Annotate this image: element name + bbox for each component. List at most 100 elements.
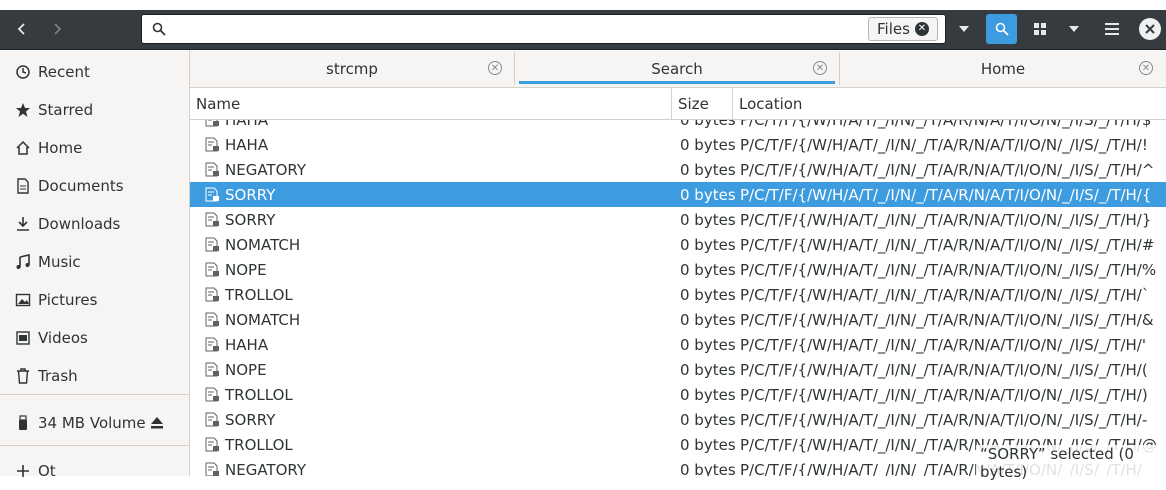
- file-name: TROLLOL: [225, 386, 293, 404]
- tab-search[interactable]: Search ✕: [515, 50, 839, 87]
- sidebar-item-downloads[interactable]: Downloads: [0, 205, 189, 243]
- chevron-left-icon: [17, 23, 25, 35]
- file-size: 0 bytes: [680, 311, 736, 329]
- sidebar-item-documents[interactable]: Documents: [0, 167, 189, 205]
- view-options-button[interactable]: [1062, 14, 1086, 44]
- file-name: HAHA: [225, 136, 269, 154]
- file-icon: [205, 362, 219, 377]
- file-location: P/C/T/F/{/W/H/A/T/_/I/N/_/T/A/R/N/A/T/I/…: [740, 236, 1155, 254]
- file-size: 0 bytes: [680, 411, 736, 429]
- file-name: SORRY: [225, 211, 276, 229]
- window-top-edge: [0, 0, 1166, 10]
- file-size: 0 bytes: [680, 361, 736, 379]
- tab-label: strcmp: [326, 59, 378, 78]
- sidebar-item-music[interactable]: Music: [0, 243, 189, 281]
- back-button[interactable]: [6, 14, 38, 44]
- close-icon[interactable]: ✕: [915, 22, 929, 36]
- file-icon: [205, 312, 219, 327]
- column-separator[interactable]: [671, 88, 672, 119]
- table-row[interactable]: HAHA 0 bytes P/C/T/F/{/W/H/A/T/_/I/N/_/T/A…: [190, 132, 1166, 157]
- file-name: HAHA: [225, 336, 269, 354]
- table-row[interactable]: HAHA 0 bytes P/C/T/F/{/W/H/A/T/_/I/N/_/T/A…: [190, 332, 1166, 357]
- plus-icon: [17, 465, 29, 477]
- sidebar-item-other-locations[interactable]: Ot: [0, 452, 189, 490]
- sidebar-item-label: Recent: [38, 63, 90, 81]
- video-icon: [16, 331, 30, 345]
- tab-strcmp[interactable]: strcmp ✕: [190, 50, 514, 87]
- table-row[interactable]: NOPE 0 bytes P/C/T/F/{/W/H/A/T/_/I/N/_/T/A…: [190, 257, 1166, 282]
- file-icon: [205, 237, 219, 252]
- file-size: 0 bytes: [680, 261, 736, 279]
- sidebar-item-starred[interactable]: Starred: [0, 91, 189, 129]
- chevron-right-icon: [54, 23, 62, 35]
- file-name: NEGATORY: [225, 161, 307, 179]
- sidebar-item-label: Starred: [38, 101, 94, 119]
- close-icon[interactable]: ✕: [488, 61, 502, 75]
- picture-icon: [15, 293, 31, 307]
- column-header-name[interactable]: Name: [196, 88, 240, 119]
- search-toggle-button[interactable]: [986, 14, 1017, 44]
- search-options-button[interactable]: [952, 14, 976, 44]
- column-header-location[interactable]: Location: [739, 88, 802, 119]
- column-separator[interactable]: [732, 88, 733, 119]
- file-list[interactable]: HAHA 0 bytes P/C/T/F/{/W/H/A/T/_/I/N/_/T/A…: [190, 120, 1166, 476]
- view-mode-button[interactable]: [1028, 14, 1052, 44]
- column-header-row: Name Size Location: [190, 88, 1166, 120]
- table-row[interactable]: NEGATORY 0 bytes P/C/T/F/{/W/H/A/T/_/I/N/_…: [190, 157, 1166, 182]
- search-input[interactable]: [176, 18, 880, 42]
- file-icon: [205, 262, 219, 277]
- search-icon: [995, 22, 1009, 36]
- file-icon: [205, 387, 219, 402]
- window-close-button[interactable]: [1139, 18, 1161, 40]
- file-size: 0 bytes: [680, 211, 736, 229]
- forward-button[interactable]: [41, 14, 73, 44]
- file-name: TROLLOL: [225, 286, 293, 304]
- sidebar-item-trash[interactable]: Trash: [0, 357, 189, 395]
- header-bar: Files ✕: [0, 10, 1166, 50]
- sidebar-item-recent[interactable]: Recent: [0, 53, 189, 91]
- sidebar-item-videos[interactable]: Videos: [0, 319, 189, 357]
- file-location: P/C/T/F/{/W/H/A/T/_/I/N/_/T/A/R/N/A/T/I/…: [740, 136, 1148, 154]
- eject-icon[interactable]: [150, 416, 164, 430]
- home-icon: [16, 140, 30, 155]
- file-name: NOPE: [225, 261, 267, 279]
- file-name: SORRY: [225, 186, 276, 204]
- search-field[interactable]: Files ✕: [141, 14, 946, 44]
- close-icon[interactable]: ✕: [1139, 61, 1153, 75]
- music-icon: [16, 254, 30, 269]
- table-row[interactable]: HAHA 0 bytes P/C/T/F/{/W/H/A/T/_/I/N/_/T/A…: [190, 120, 1166, 132]
- table-row[interactable]: SORRY 0 bytes P/C/T/F/{/W/H/A/T/_/I/N/_/T/…: [190, 182, 1166, 207]
- table-row[interactable]: NOMATCH 0 bytes P/C/T/F/{/W/H/A/T/_/I/N/_/…: [190, 232, 1166, 257]
- table-row[interactable]: SORRY 0 bytes P/C/T/F/{/W/H/A/T/_/I/N/_/T/…: [190, 207, 1166, 232]
- file-location: P/C/T/F/{/W/H/A/T/_/I/N/_/T/A/R/N/A/T/I/…: [740, 361, 1148, 379]
- filter-chip[interactable]: Files ✕: [868, 17, 938, 41]
- close-icon[interactable]: ✕: [813, 61, 827, 75]
- sidebar-item-volume[interactable]: 34 MB Volume: [0, 404, 189, 442]
- file-icon: [205, 187, 219, 202]
- file-icon: [205, 162, 219, 177]
- file-icon: [205, 462, 219, 476]
- table-row[interactable]: TROLLOL 0 bytes P/C/T/F/{/W/H/A/T/_/I/N/_/…: [190, 282, 1166, 307]
- sidebar-item-label: 34 MB Volume: [38, 414, 146, 432]
- tab-bar: strcmp ✕ Search ✕ Home ✕: [190, 50, 1166, 88]
- table-row[interactable]: NOMATCH 0 bytes P/C/T/F/{/W/H/A/T/_/I/N/_/…: [190, 307, 1166, 332]
- close-icon: [1145, 24, 1155, 34]
- file-location: P/C/T/F/{/W/H/A/T/_/I/N/_/T/A/R/N/A/T/I/…: [740, 161, 1155, 179]
- sidebar-item-home[interactable]: Home: [0, 129, 189, 167]
- tab-home[interactable]: Home ✕: [840, 50, 1166, 87]
- tab-label: Home: [980, 59, 1026, 78]
- trash-icon: [17, 368, 29, 384]
- table-row[interactable]: SORRY 0 bytes P/C/T/F/{/W/H/A/T/_/I/N/_/T/…: [190, 407, 1166, 432]
- table-row[interactable]: TROLLOL 0 bytes P/C/T/F/{/W/H/A/T/_/I/N/_/…: [190, 382, 1166, 407]
- main-menu-button[interactable]: [1100, 14, 1124, 44]
- table-row[interactable]: NOPE 0 bytes P/C/T/F/{/W/H/A/T/_/I/N/_/T/A…: [190, 357, 1166, 382]
- file-location: P/C/T/F/{/W/H/A/T/_/I/N/_/T/A/R/N/A/T/I/…: [740, 386, 1148, 404]
- file-location: P/C/T/F/{/W/H/A/T/_/I/N/_/T/A/R/N/A/T/I/…: [740, 261, 1157, 279]
- sidebar-item-label: Documents: [38, 177, 124, 195]
- chevron-down-icon: [959, 26, 969, 32]
- sidebar-item-pictures[interactable]: Pictures: [0, 281, 189, 319]
- column-header-size[interactable]: Size: [678, 88, 709, 119]
- sidebar-item-label: Music: [38, 253, 81, 271]
- tab-selected-indicator: [519, 81, 835, 84]
- file-location: P/C/T/F/{/W/H/A/T/_/I/N/_/T/A/R/N/A/T/I/…: [740, 120, 1152, 129]
